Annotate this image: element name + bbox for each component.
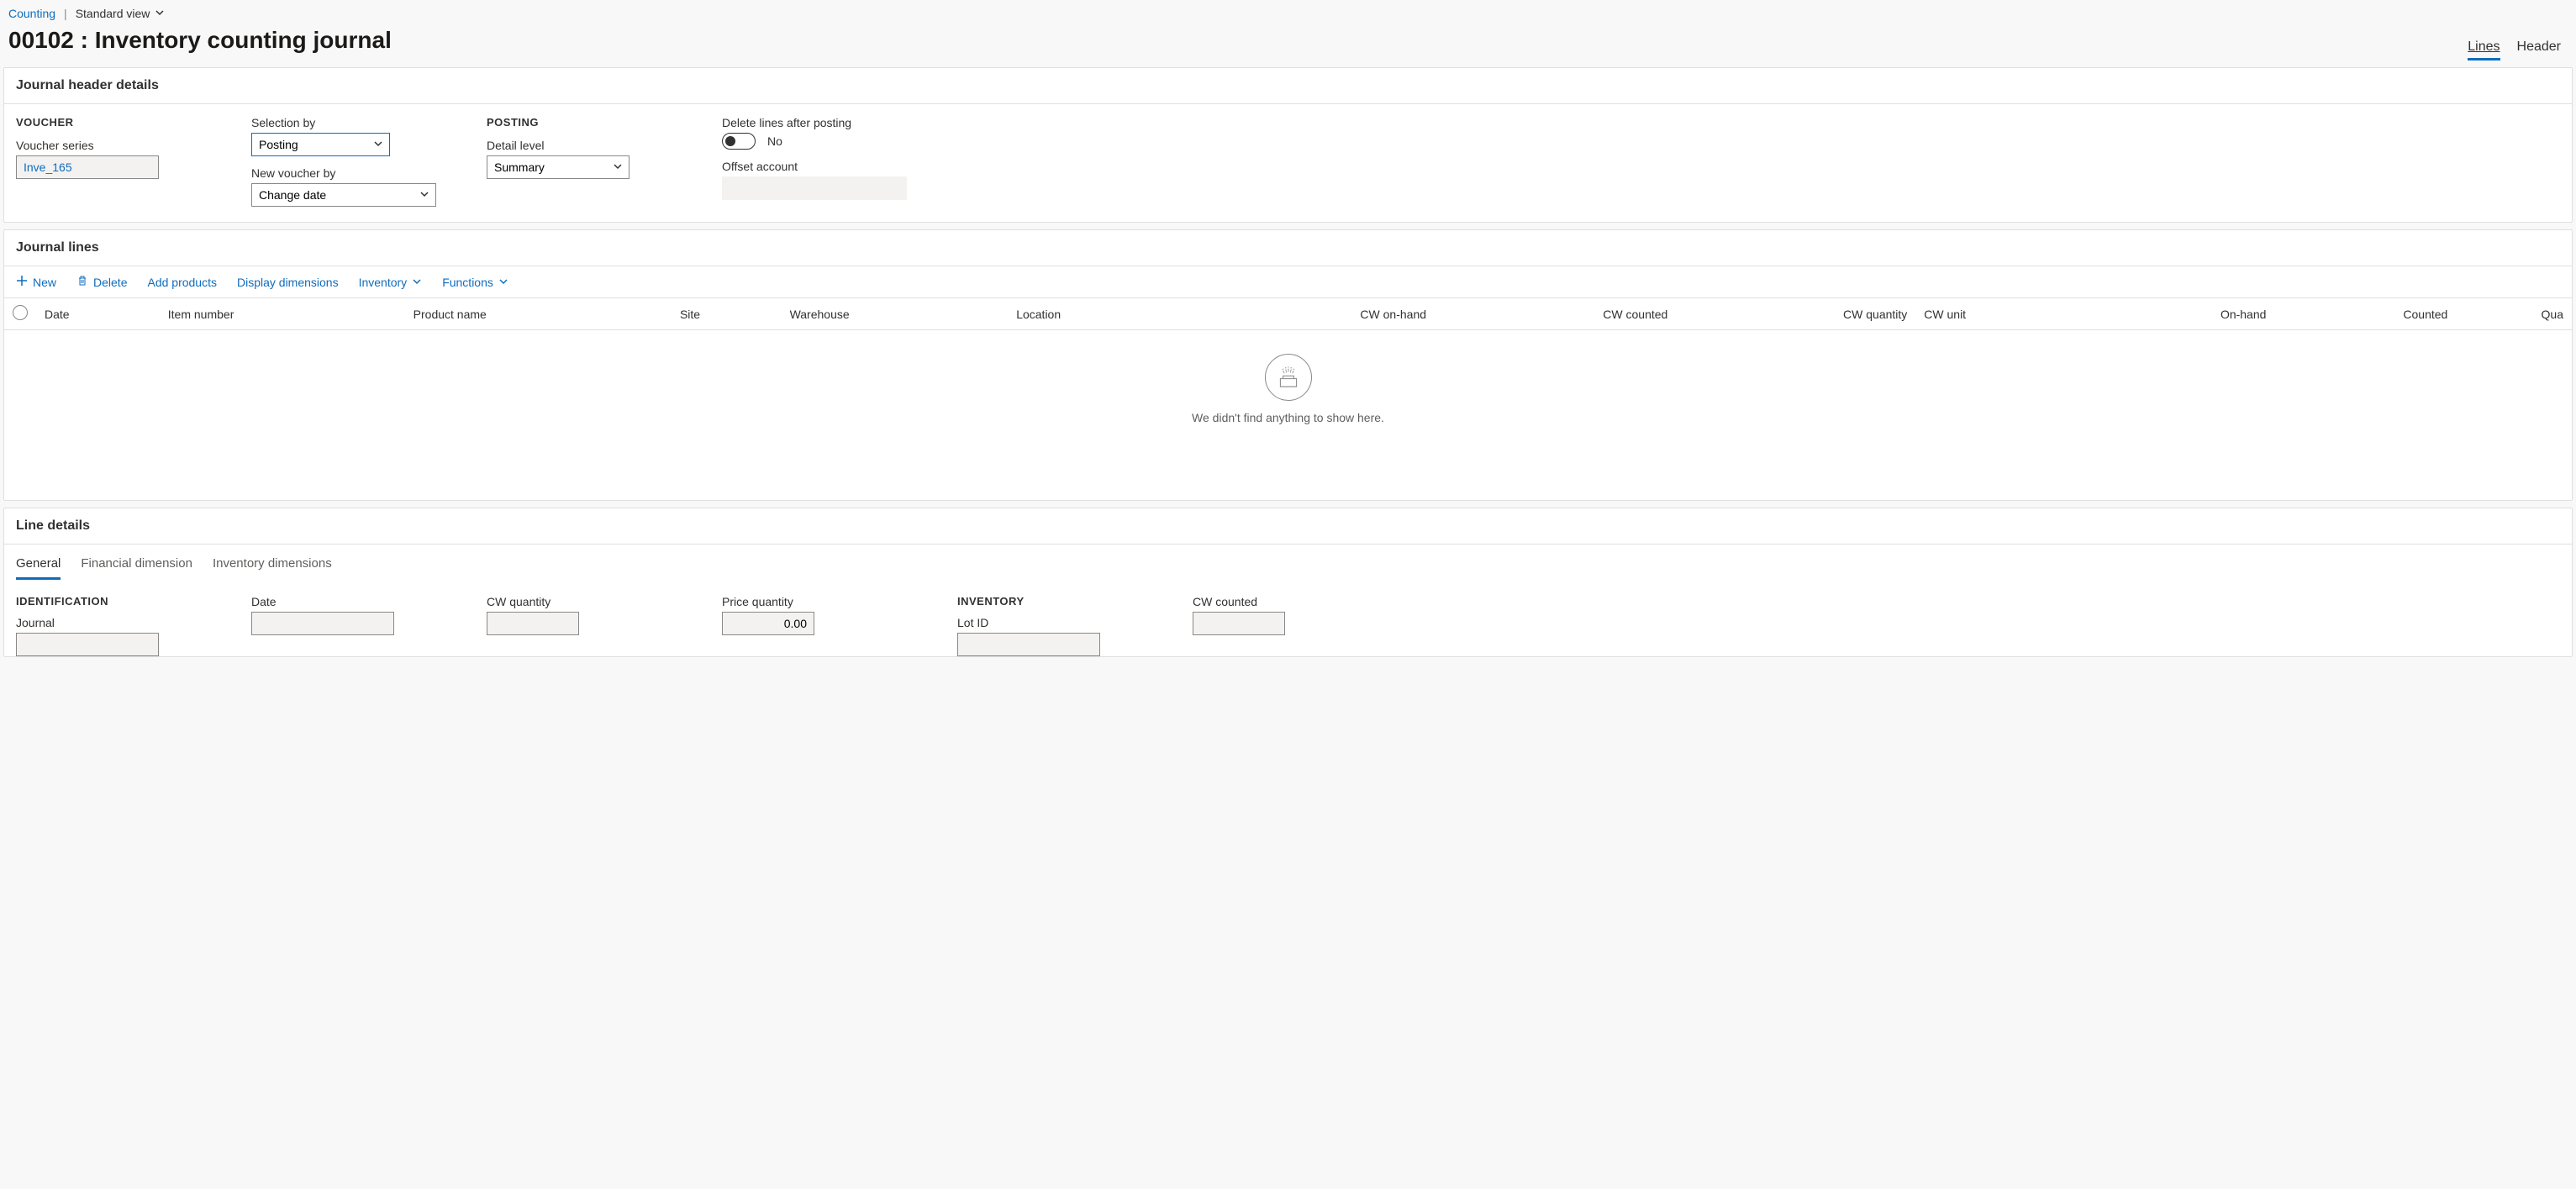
detail-level-select[interactable]: Summary xyxy=(487,155,630,179)
journal-input[interactable] xyxy=(16,633,159,656)
lot-id-input[interactable] xyxy=(957,633,1100,656)
date-label: Date xyxy=(251,595,419,608)
cw-quantity-label: CW quantity xyxy=(487,595,655,608)
new-voucher-label: New voucher by xyxy=(251,166,436,180)
inventory-group: INVENTORY Lot ID xyxy=(957,595,1125,656)
add-products-button[interactable]: Add products xyxy=(147,276,217,289)
functions-menu-label: Functions xyxy=(442,276,493,289)
date-group: Date xyxy=(251,595,419,656)
detail-level-label: Detail level xyxy=(487,139,672,152)
voucher-group-title: VOUCHER xyxy=(16,116,201,129)
identification-title: IDENTIFICATION xyxy=(16,595,184,608)
plus-icon xyxy=(16,275,28,289)
posting-group-col2: Delete lines after posting No Offset acc… xyxy=(722,116,907,207)
journal-lines-grid: Date Item number Product name Site Wareh… xyxy=(4,298,2572,500)
new-button[interactable]: New xyxy=(16,275,56,289)
tab-lines[interactable]: Lines xyxy=(2468,39,2500,61)
inventory-menu-label: Inventory xyxy=(359,276,408,289)
empty-message: We didn't find anything to show here. xyxy=(4,411,2572,424)
page-title: 00102 : Inventory counting journal xyxy=(8,24,392,61)
voucher-group-col2: Selection by Posting New voucher by Chan… xyxy=(251,116,436,207)
cw-counted-group: CW counted xyxy=(1193,595,1361,656)
chevron-down-icon xyxy=(412,276,422,289)
tab-header[interactable]: Header xyxy=(2517,39,2561,61)
col-product-name[interactable]: Product name xyxy=(405,298,672,330)
voucher-series-label: Voucher series xyxy=(16,139,201,152)
empty-box-icon xyxy=(1265,354,1312,401)
selection-by-select[interactable]: Posting xyxy=(251,133,390,156)
identification-group: IDENTIFICATION Journal xyxy=(16,595,184,656)
col-date[interactable]: Date xyxy=(36,298,160,330)
delete-lines-toggle[interactable] xyxy=(722,133,756,150)
tab-inventory-dimensions[interactable]: Inventory dimensions xyxy=(213,556,332,580)
col-warehouse[interactable]: Warehouse xyxy=(782,298,1009,330)
top-tabs: Lines Header xyxy=(2468,39,2568,61)
price-quantity-input[interactable] xyxy=(722,612,814,635)
inventory-title: INVENTORY xyxy=(957,595,1125,608)
journal-lines-table-wrap: Date Item number Product name Site Wareh… xyxy=(4,298,2572,500)
delete-lines-value: No xyxy=(767,134,782,148)
price-quantity-label: Price quantity xyxy=(722,595,890,608)
delete-button[interactable]: Delete xyxy=(76,275,127,289)
col-cw-unit[interactable]: CW unit xyxy=(1915,298,2089,330)
col-quantity[interactable]: Qua xyxy=(2456,298,2572,330)
cw-quantity-input[interactable] xyxy=(487,612,579,635)
tab-general[interactable]: General xyxy=(16,556,61,580)
page-header-area: Counting | Standard view 00102 : Invento… xyxy=(0,0,2576,64)
journal-lines-title: Journal lines xyxy=(4,230,2572,266)
select-all-checkbox[interactable] xyxy=(13,305,28,320)
line-details-panel: Line details General Financial dimension… xyxy=(3,508,2573,657)
breadcrumb-separator: | xyxy=(64,7,67,20)
journal-lines-toolbar: New Delete Add products Display dimensio… xyxy=(4,266,2572,298)
col-cw-onhand[interactable]: CW on-hand xyxy=(1189,298,1435,330)
cw-counted-label: CW counted xyxy=(1193,595,1361,608)
delete-lines-label: Delete lines after posting xyxy=(722,116,907,129)
journal-header-title: Journal header details xyxy=(4,68,2572,104)
trash-icon xyxy=(76,275,88,289)
chevron-down-icon xyxy=(498,276,508,289)
posting-group-title: POSTING xyxy=(487,116,672,129)
add-products-label: Add products xyxy=(147,276,217,289)
col-counted[interactable]: Counted xyxy=(2274,298,2456,330)
tab-financial-dimension[interactable]: Financial dimension xyxy=(81,556,192,580)
voucher-series-input[interactable] xyxy=(16,155,159,179)
selection-by-label: Selection by xyxy=(251,116,436,129)
view-selector[interactable]: Standard view xyxy=(76,7,166,20)
date-input[interactable] xyxy=(251,612,394,635)
col-onhand[interactable]: On-hand xyxy=(2089,298,2275,330)
cw-quantity-group: CW quantity xyxy=(487,595,655,656)
chevron-down-icon xyxy=(155,7,165,20)
journal-header-panel: Journal header details VOUCHER Voucher s… xyxy=(3,67,2573,223)
journal-lines-panel: Journal lines New Delete Add products Di… xyxy=(3,229,2573,501)
new-button-label: New xyxy=(33,276,56,289)
display-dimensions-button[interactable]: Display dimensions xyxy=(237,276,339,289)
delete-button-label: Delete xyxy=(93,276,127,289)
functions-menu[interactable]: Functions xyxy=(442,276,508,289)
col-cw-counted[interactable]: CW counted xyxy=(1435,298,1676,330)
line-details-title: Line details xyxy=(4,508,2572,545)
col-item-number[interactable]: Item number xyxy=(160,298,405,330)
new-voucher-select[interactable]: Change date xyxy=(251,183,436,207)
col-site[interactable]: Site xyxy=(672,298,782,330)
posting-group: POSTING Detail level Summary xyxy=(487,116,672,207)
line-details-tabs: General Financial dimension Inventory di… xyxy=(4,545,2572,580)
col-cw-quantity[interactable]: CW quantity xyxy=(1676,298,1915,330)
offset-account-input[interactable] xyxy=(722,176,907,200)
empty-state: We didn't find anything to show here. xyxy=(4,330,2572,500)
cw-counted-input[interactable] xyxy=(1193,612,1285,635)
display-dimensions-label: Display dimensions xyxy=(237,276,339,289)
inventory-menu[interactable]: Inventory xyxy=(359,276,423,289)
offset-account-label: Offset account xyxy=(722,160,907,173)
breadcrumb-link[interactable]: Counting xyxy=(8,7,55,20)
price-quantity-group: Price quantity xyxy=(722,595,890,656)
voucher-group: VOUCHER Voucher series xyxy=(16,116,201,207)
view-selector-label: Standard view xyxy=(76,7,150,20)
lot-id-label: Lot ID xyxy=(957,616,1125,629)
title-row: 00102 : Inventory counting journal Lines… xyxy=(8,24,2568,61)
journal-label: Journal xyxy=(16,616,184,629)
breadcrumb-row: Counting | Standard view xyxy=(8,7,2568,24)
col-location[interactable]: Location xyxy=(1008,298,1189,330)
